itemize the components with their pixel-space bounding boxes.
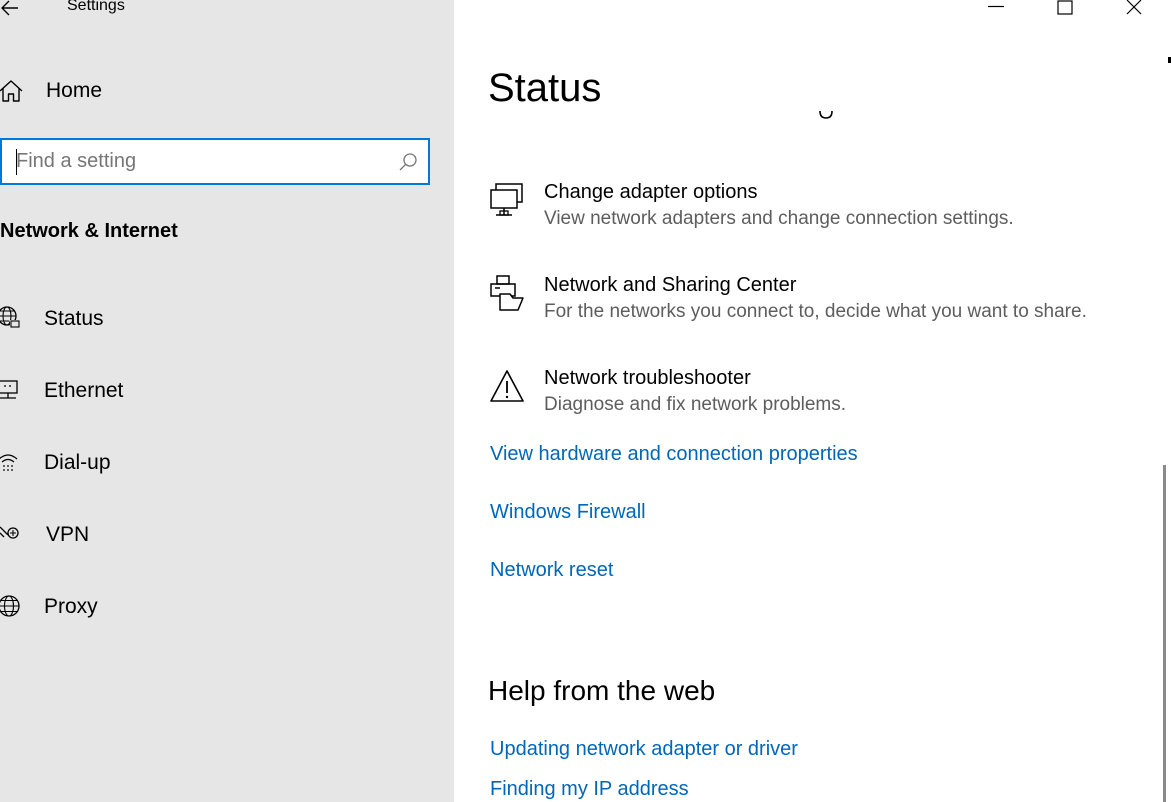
sidebar: Settings Home Network & Internet	[0, 0, 454, 802]
sidebar-item-dial-up[interactable]: Dial-up	[0, 441, 454, 485]
updating-network-adapter-link[interactable]: Updating network adapter or driver	[490, 738, 798, 761]
section-title: Network & Internet	[0, 220, 178, 242]
network-adapter-icon	[490, 183, 523, 216]
finding-ip-address-link[interactable]: Finding my IP address	[490, 778, 689, 801]
back-arrow-icon	[1, 0, 18, 16]
close-button[interactable]	[1111, 0, 1157, 24]
sidebar-item-label: Proxy	[44, 595, 98, 618]
sidebar-item-label: Ethernet	[44, 379, 124, 402]
sidebar-item-vpn[interactable]: VPN	[0, 513, 454, 557]
sharing-center-icon	[490, 275, 524, 311]
back-button[interactable]	[0, 0, 24, 19]
sidebar-item-label: VPN	[46, 523, 90, 546]
app-title: Settings	[67, 0, 125, 14]
dial-up-icon	[0, 454, 18, 471]
change-adapter-options[interactable]: Change adapter options View network adap…	[488, 181, 1148, 241]
option-title: Network troubleshooter	[544, 367, 751, 389]
search-icon[interactable]	[398, 152, 418, 172]
home-icon	[0, 80, 23, 102]
network-sharing-center[interactable]: Network and Sharing Center For the netwo…	[488, 274, 1148, 334]
home-nav-item[interactable]: Home	[0, 74, 454, 108]
network-reset-link[interactable]: Network reset	[490, 559, 613, 582]
network-troubleshooter[interactable]: Network troubleshooter Diagnose and fix …	[488, 367, 1148, 427]
page-title: Status	[488, 66, 602, 110]
sidebar-item-ethernet[interactable]: Ethernet	[0, 369, 454, 413]
close-icon	[1126, 0, 1142, 15]
help-section-title: Help from the web	[488, 675, 716, 706]
windows-firewall-link[interactable]: Windows Firewall	[490, 501, 646, 524]
maximize-button[interactable]	[1042, 0, 1088, 24]
sidebar-item-proxy[interactable]: Proxy	[0, 585, 454, 629]
scrolled-text-fragment	[819, 110, 833, 119]
option-description: For the networks you connect to, decide …	[544, 301, 1087, 322]
view-hardware-properties-link[interactable]: View hardware and connection properties	[490, 443, 858, 466]
warning-icon	[490, 370, 524, 402]
text-caret	[16, 149, 17, 175]
settings-window: Settings Home Network & Internet	[0, 0, 1171, 802]
option-description: Diagnose and fix network problems.	[544, 394, 847, 415]
option-title: Change adapter options	[544, 181, 758, 203]
minimize-button[interactable]	[973, 0, 1019, 24]
sidebar-item-label: Status	[44, 307, 104, 330]
sidebar-item-status[interactable]: Status	[0, 297, 454, 341]
search-input[interactable]	[16, 146, 376, 177]
vertical-scrollbar[interactable]	[1163, 465, 1166, 802]
ethernet-icon	[0, 380, 18, 399]
globe-status-icon	[0, 306, 20, 328]
maximize-icon	[1057, 0, 1073, 15]
search-box[interactable]	[0, 138, 430, 185]
vpn-icon	[0, 526, 19, 539]
main-content: Status Change adapter options View netwo…	[454, 0, 1171, 802]
globe-icon	[0, 595, 20, 617]
option-description: View network adapters and change connect…	[544, 208, 1014, 229]
home-label: Home	[46, 79, 103, 102]
option-title: Network and Sharing Center	[544, 274, 797, 296]
sidebar-item-label: Dial-up	[44, 451, 111, 474]
minimize-icon	[988, 5, 1004, 8]
